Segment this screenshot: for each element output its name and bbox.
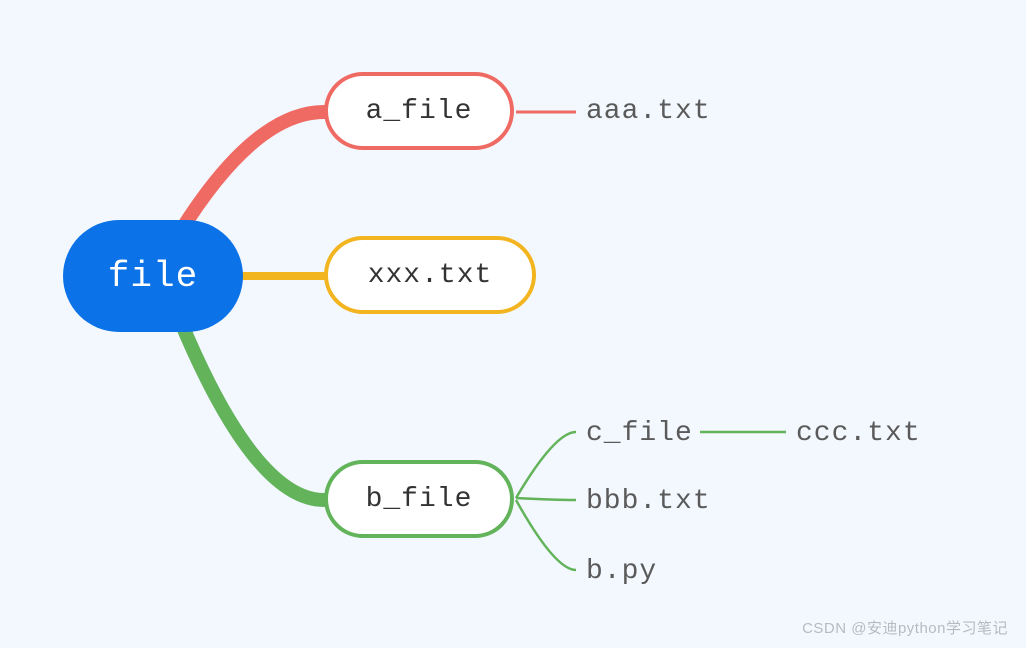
leaf-bbb-txt[interactable]: bbb.txt [586,486,711,517]
node-xxx-txt[interactable]: xxx.txt [324,236,536,314]
node-b-file-label: b_file [366,484,473,515]
node-root[interactable]: file [63,220,243,332]
node-root-label: file [108,256,198,297]
node-a-file-label: a_file [366,96,473,127]
leaf-ccc-txt[interactable]: ccc.txt [796,418,921,449]
leaf-aaa-txt[interactable]: aaa.txt [586,96,711,127]
leaf-b-py[interactable]: b.py [586,556,657,587]
leaf-c-file[interactable]: c_file [586,418,693,449]
watermark: CSDN @安迪python学习笔记 [802,617,1008,638]
node-xxx-label: xxx.txt [368,260,493,291]
node-a-file[interactable]: a_file [324,72,514,150]
node-b-file[interactable]: b_file [324,460,514,538]
